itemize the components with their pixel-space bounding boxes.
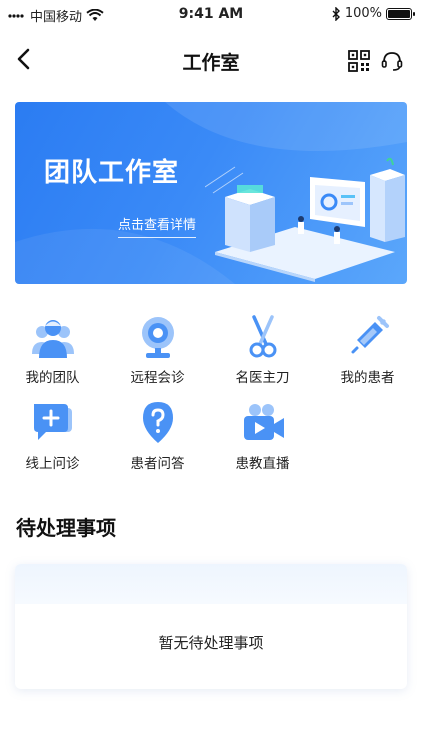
pending-empty-text: 暂无待处理事项 [158,634,264,652]
pending-card-header [15,564,407,604]
chat-plus-icon [34,404,72,440]
battery-fill [388,9,410,18]
menu-item-remote-consult[interactable]: 远程会诊 [105,312,210,392]
banner-illustration [205,157,405,282]
menu-item-label: 患教直播 [235,456,290,472]
menu-item-label: 线上问诊 [25,456,80,472]
menu-item-online-consult[interactable]: 线上问诊 [0,398,105,478]
menu-item-label: 远程会诊 [130,370,185,386]
battery-icon [386,7,415,20]
menu-item-label: 患者问答 [130,456,185,472]
menu-item-famous-surgeon[interactable]: 名医主刀 [210,312,315,392]
menu-item-patient-live[interactable]: 患教直播 [210,398,315,478]
customer-service-icon[interactable] [380,49,404,73]
bluetooth-icon [332,6,340,21]
qr-code-icon[interactable] [348,50,370,72]
menu-item-patient-qa[interactable]: 患者问答 [105,398,210,478]
scissors-icon [249,315,277,358]
team-icon [32,320,74,358]
banner-detail-link[interactable]: 点击查看详情 [118,214,197,238]
nav-bar: 工作室 [0,36,422,84]
pending-card: 暂无待处理事项 [15,564,407,689]
video-camera-icon [244,404,284,440]
webcam-icon [142,317,174,358]
pending-section-title: 待处理事项 [16,516,116,540]
menu-item-label: 我的团队 [25,370,80,386]
studio-banner[interactable]: 团队工作室 点击查看详情 [15,102,407,284]
syringe-icon [351,316,389,354]
banner-title: 团队工作室 [44,158,180,188]
menu-item-my-team[interactable]: 我的团队 [0,312,105,392]
status-right: 100% [332,6,415,21]
status-bar: 中国移动 9:41 AM 100% [0,0,422,30]
menu-item-label: 名医主刀 [235,370,290,386]
question-icon [143,402,173,443]
battery-percent: 100% [344,6,382,21]
menu-item-my-patients[interactable]: 我的患者 [315,312,420,392]
menu-item-label: 我的患者 [340,370,395,386]
